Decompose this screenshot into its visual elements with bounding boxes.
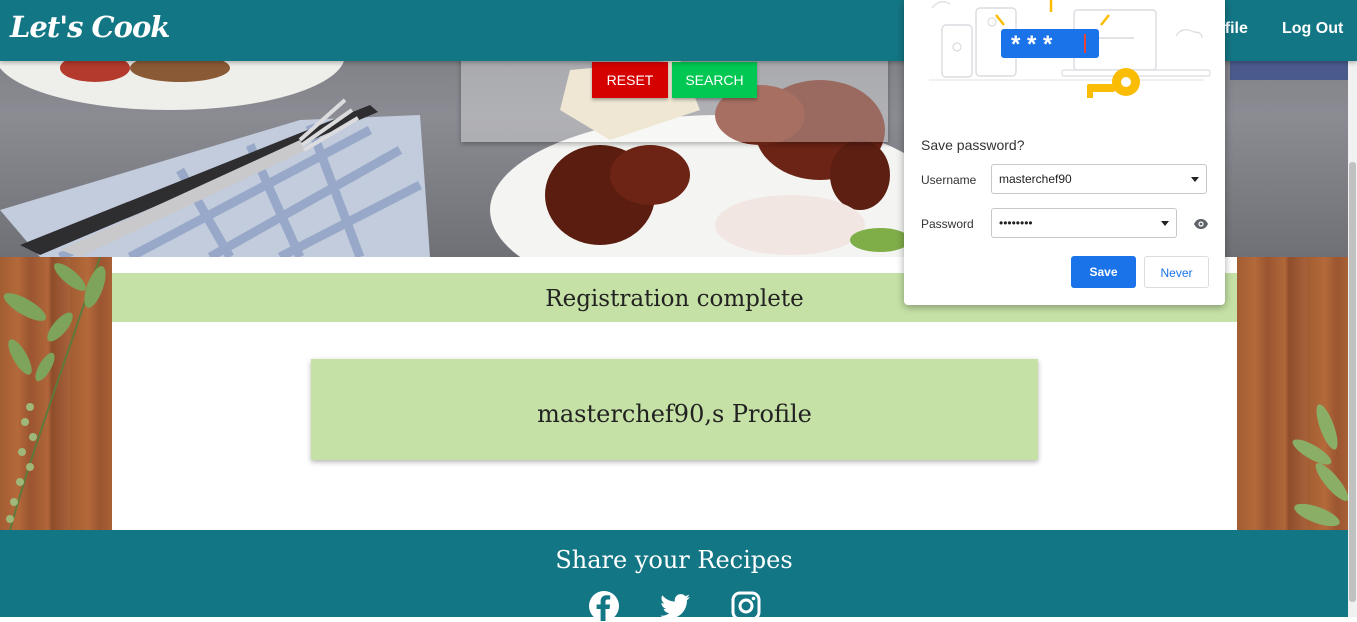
masked-password-preview: * * * (1011, 31, 1053, 58)
popup-title: Save password? (921, 137, 1025, 153)
facebook-icon[interactable] (588, 590, 620, 622)
wood-side-right (1237, 257, 1348, 530)
footer-title: Share your Recipes (555, 546, 793, 574)
username-label: Username (921, 173, 977, 187)
twitter-icon[interactable] (659, 590, 691, 622)
reset-button[interactable]: RESET (592, 62, 668, 98)
never-button[interactable]: Never (1144, 256, 1209, 288)
wood-side-left (0, 257, 112, 530)
password-select[interactable]: •••••••• (991, 208, 1177, 238)
username-value: masterchef90 (999, 172, 1072, 186)
footer: Share your Recipes (0, 530, 1348, 621)
username-select[interactable]: masterchef90 (991, 164, 1207, 194)
profile-card: masterchef90,s Profile (311, 359, 1038, 460)
save-password-popup: * * * Save password? Username masterchef… (904, 0, 1225, 305)
search-button[interactable]: SEARCH (672, 62, 757, 98)
brand-logo[interactable]: Let's Cook (10, 10, 170, 44)
password-value: •••••••• (999, 216, 1033, 230)
scrollbar-thumb[interactable] (1349, 162, 1356, 602)
herb-decoration-left (3, 257, 106, 530)
nav-link-logout[interactable]: Log Out (1282, 20, 1343, 38)
password-label: Password (921, 217, 974, 231)
herb-decoration-right (1292, 404, 1348, 527)
chevron-down-icon (1161, 221, 1169, 226)
password-illustration: * * * (929, 0, 1211, 98)
page-scrollbar[interactable] (1348, 0, 1357, 617)
show-password-icon[interactable] (1193, 216, 1209, 232)
instagram-icon[interactable] (730, 590, 762, 622)
save-button[interactable]: Save (1071, 256, 1136, 288)
chevron-down-icon (1191, 177, 1199, 182)
